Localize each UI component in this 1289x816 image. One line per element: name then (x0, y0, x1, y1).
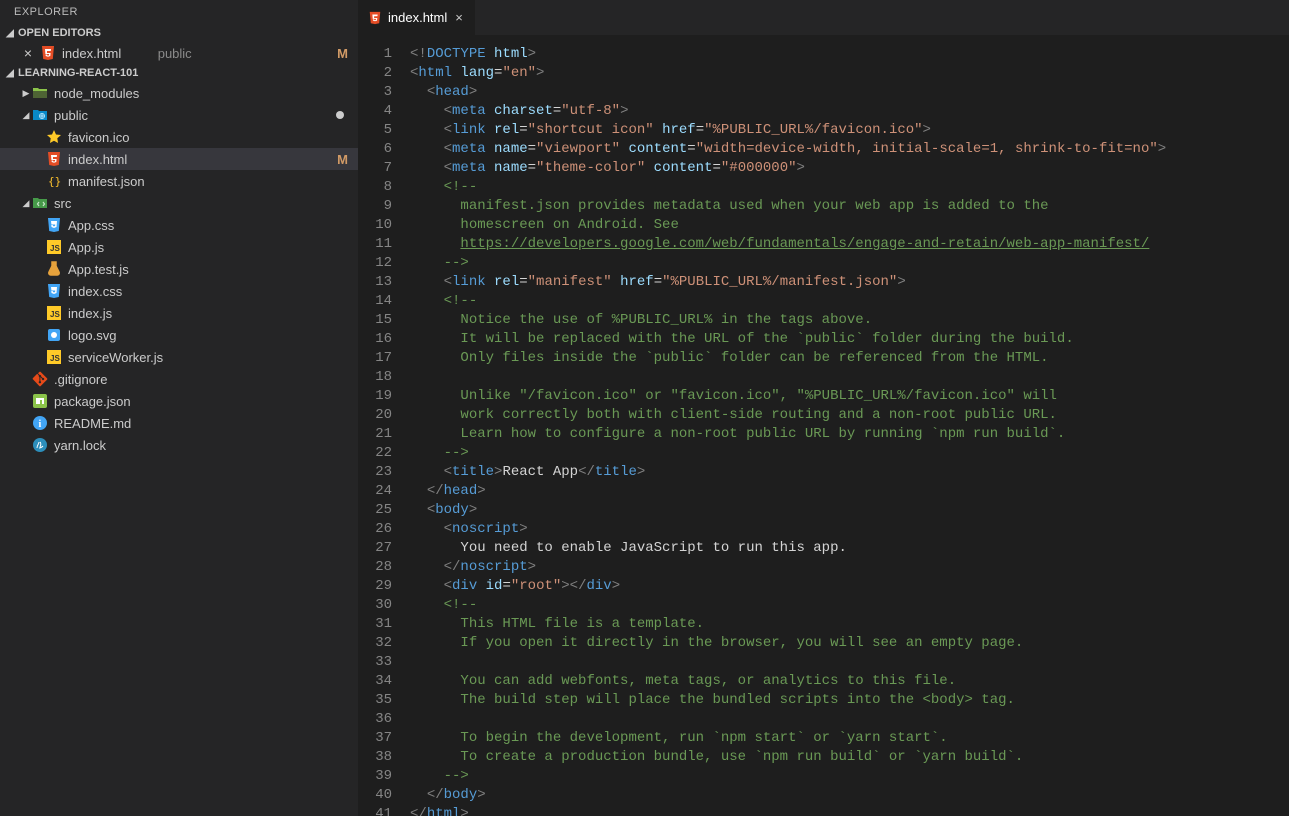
svg-text:JS: JS (50, 310, 60, 319)
html-icon (368, 11, 382, 25)
svg-icon (46, 327, 62, 343)
file-item[interactable]: App.test.js (0, 258, 358, 280)
tab-filename: index.html (388, 10, 447, 25)
item-label: serviceWorker.js (68, 350, 208, 365)
test-icon (46, 261, 62, 277)
item-label: App.test.js (68, 262, 208, 277)
project-header[interactable]: ◢ LEARNING-REACT-101 (0, 64, 358, 82)
explorer-sidebar: EXPLORER ◢ OPEN EDITORS × index.html pub… (0, 0, 358, 816)
item-label: .gitignore (54, 372, 201, 387)
code-content[interactable]: <!DOCTYPE html><html lang="en"> <head> <… (410, 35, 1166, 816)
star-icon (46, 129, 62, 145)
close-icon[interactable]: × (20, 45, 36, 61)
item-label: index.html (68, 152, 203, 167)
js-icon: JS (46, 305, 62, 321)
json-icon: {} (46, 173, 62, 189)
item-label: src (54, 196, 201, 211)
svg-text:JS: JS (50, 354, 60, 363)
yarn-icon (32, 437, 48, 453)
git-icon (32, 371, 48, 387)
css-icon (46, 283, 62, 299)
file-path: public (158, 46, 248, 61)
unsaved-dot (336, 111, 344, 119)
item-label: index.js (68, 306, 208, 321)
chevron-down-icon: ◢ (4, 28, 16, 39)
open-editors-header[interactable]: ◢ OPEN EDITORS (0, 24, 358, 42)
file-item[interactable]: yarn.lock (0, 434, 358, 456)
svg-text:i: i (39, 419, 42, 430)
editor-area: index.html × 123456789101112131415161718… (358, 0, 1289, 816)
html-icon (40, 45, 56, 61)
svg-text:JS: JS (50, 244, 60, 253)
file-item[interactable]: index.css (0, 280, 358, 302)
chevron-down-icon: ◢ (4, 68, 16, 79)
js-icon: JS (46, 349, 62, 365)
explorer-title: EXPLORER (0, 0, 358, 24)
folder-src-icon (32, 195, 48, 211)
folder-item[interactable]: ◢public (0, 104, 358, 126)
file-item[interactable]: favicon.ico (0, 126, 358, 148)
item-label: App.js (68, 240, 208, 255)
project-label: LEARNING-REACT-101 (18, 67, 138, 79)
css-icon (46, 217, 62, 233)
modified-badge: M (337, 46, 348, 61)
js-icon: JS (46, 239, 62, 255)
tab-index-html[interactable]: index.html × (358, 0, 476, 35)
file-item[interactable]: JS App.js (0, 236, 358, 258)
file-item[interactable]: JS serviceWorker.js (0, 346, 358, 368)
item-label: favicon.ico (68, 130, 208, 145)
item-label: manifest.json (68, 174, 208, 189)
html-icon (46, 151, 62, 167)
folder-item[interactable]: ◢src (0, 192, 358, 214)
item-label: node_modules (54, 86, 201, 101)
open-editor-item[interactable]: × index.html public M (0, 42, 358, 64)
modified-badge: M (337, 152, 348, 167)
item-label: App.css (68, 218, 208, 233)
item-label: public (54, 108, 195, 123)
close-icon[interactable]: × (453, 10, 465, 25)
file-item[interactable]: .gitignore (0, 368, 358, 390)
item-label: package.json (54, 394, 201, 409)
svg-text:{}: {} (48, 175, 61, 188)
info-icon: i (32, 415, 48, 431)
file-tree: ▶node_modules◢public favicon.ico index.htm… (0, 82, 358, 456)
file-item[interactable]: index.html M (0, 148, 358, 170)
file-item[interactable]: App.css (0, 214, 358, 236)
tab-bar: index.html × (358, 0, 1289, 35)
file-item[interactable]: package.json (0, 390, 358, 412)
file-item[interactable]: {} manifest.json (0, 170, 358, 192)
item-label: logo.svg (68, 328, 208, 343)
folder-node-icon (32, 85, 48, 101)
open-editors-label: OPEN EDITORS (18, 27, 101, 39)
folder-public-icon (32, 107, 48, 123)
folder-item[interactable]: ▶node_modules (0, 82, 358, 104)
file-item[interactable]: JS index.js (0, 302, 358, 324)
file-item[interactable]: i README.md (0, 412, 358, 434)
file-name: index.html (62, 46, 152, 61)
file-item[interactable]: logo.svg (0, 324, 358, 346)
line-numbers: 1234567891011121314151617181920212223242… (358, 35, 410, 816)
item-label: index.css (68, 284, 208, 299)
item-label: README.md (54, 416, 201, 431)
open-editors-list: × index.html public M (0, 42, 358, 64)
item-label: yarn.lock (54, 438, 201, 453)
code-editor[interactable]: 1234567891011121314151617181920212223242… (358, 35, 1289, 816)
npm-icon (32, 393, 48, 409)
